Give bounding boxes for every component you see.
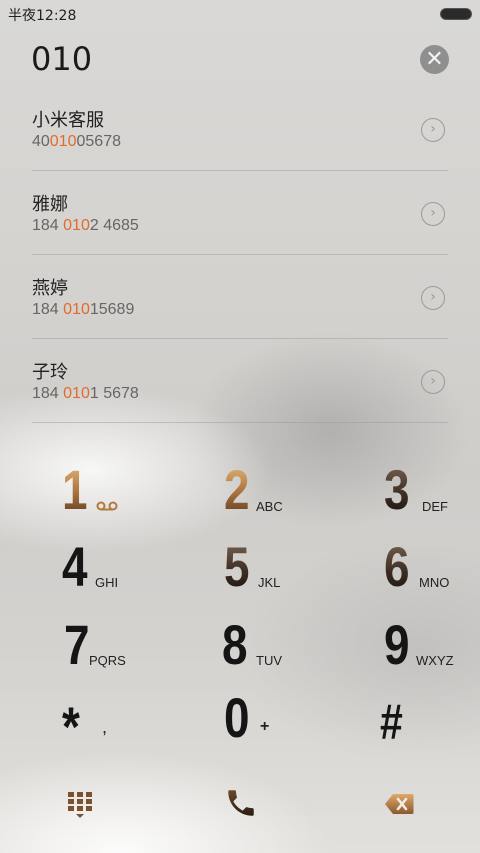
phone-icon[interactable] <box>224 786 258 820</box>
key-6[interactable]: 6 MNO <box>382 537 480 607</box>
key-3[interactable]: 3 DEF <box>382 460 480 530</box>
chevron-right-circle-icon[interactable]: › <box>421 370 445 394</box>
backspace-icon[interactable] <box>384 793 414 815</box>
contact-name: 雅娜 <box>32 194 68 215</box>
contact-number: 4001005678 <box>32 133 121 150</box>
key-4[interactable]: 4 GHI <box>60 537 210 607</box>
voicemail-icon <box>96 501 118 511</box>
dialpad-icon[interactable] <box>67 791 93 819</box>
matched-digits: 010 <box>63 301 90 318</box>
key-5[interactable]: 5 JKL <box>222 537 372 607</box>
matched-digits: 010 <box>63 217 90 234</box>
key-0[interactable]: 0 + <box>222 688 372 758</box>
key-7[interactable]: 7 PQRS <box>62 615 212 685</box>
key-hash[interactable]: # <box>380 690 480 760</box>
key-8[interactable]: 8 TUV <box>220 615 370 685</box>
dialed-number-input[interactable]: 010 <box>31 40 92 78</box>
key-2[interactable]: 2 ABC <box>222 460 372 530</box>
contact-number: 184 0102 4685 <box>32 217 139 234</box>
key-1[interactable]: 1 <box>60 460 210 530</box>
contact-item[interactable]: 小米客服 4001005678 › <box>0 87 480 171</box>
battery-icon <box>440 8 472 20</box>
key-star[interactable]: * , <box>62 695 212 765</box>
matched-digits: 010 <box>63 385 90 402</box>
contact-item[interactable]: 子玲 184 0101 5678 › <box>0 339 480 423</box>
divider <box>32 422 448 423</box>
key-9[interactable]: 9 WXYZ <box>382 615 480 685</box>
chevron-right-circle-icon[interactable]: › <box>421 118 445 142</box>
status-bar: 半夜12:28 <box>0 0 480 28</box>
status-time: 半夜12:28 <box>8 8 77 24</box>
contact-item[interactable]: 燕婷 184 01015689 › <box>0 255 480 339</box>
matched-digits: 010 <box>49 133 77 150</box>
contact-name: 子玲 <box>32 362 68 383</box>
contact-number: 184 0101 5678 <box>32 385 139 402</box>
contact-item[interactable]: 雅娜 184 0102 4685 › <box>0 171 480 255</box>
chevron-right-circle-icon[interactable]: › <box>421 286 445 310</box>
contact-name: 燕婷 <box>32 278 68 299</box>
contact-name: 小米客服 <box>32 110 104 131</box>
chevron-right-circle-icon[interactable]: › <box>421 202 445 226</box>
contact-number: 184 01015689 <box>32 301 135 318</box>
clear-icon[interactable]: ✕ <box>420 45 449 74</box>
